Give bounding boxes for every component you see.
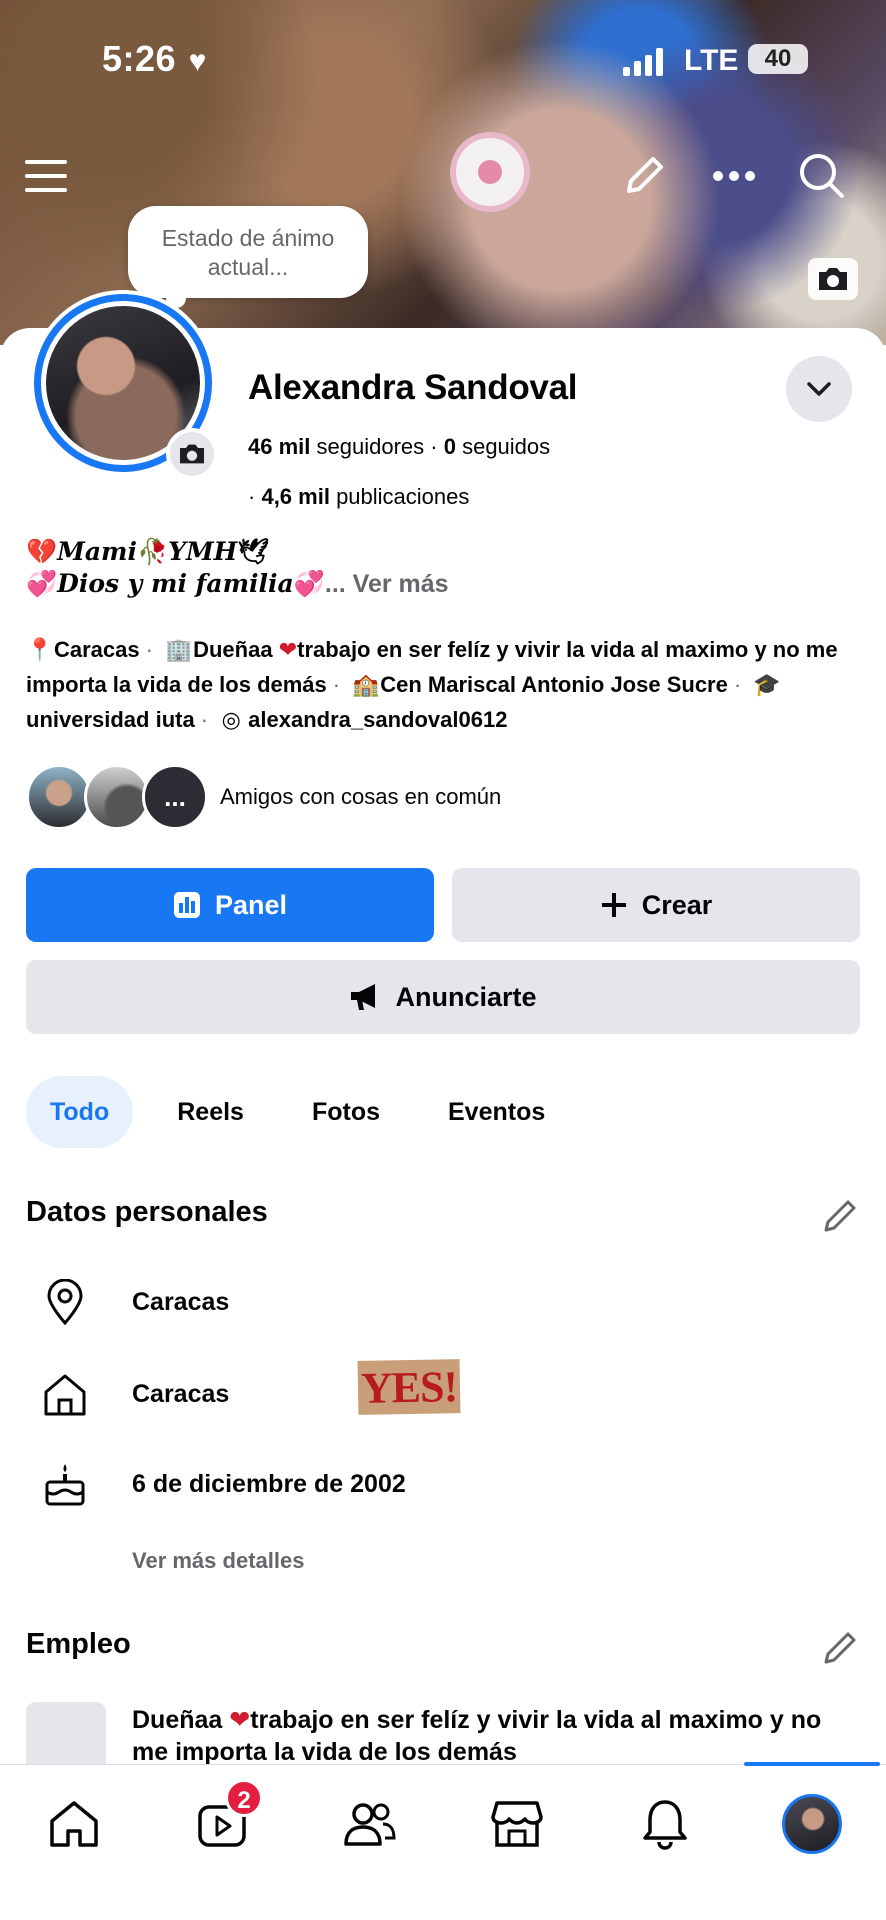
red-heart-icon: ❤: [278, 637, 298, 662]
graduation-cap-icon: 🎓: [753, 672, 781, 697]
edit-employment-icon[interactable]: [820, 1628, 864, 1672]
home-icon: [50, 1801, 98, 1847]
intro-details: 📍Caracas · 🏢Dueñaa ❤trabajo en ser felíz …: [26, 632, 866, 737]
cover-camera-button[interactable]: [808, 258, 858, 300]
nav-profile[interactable]: [775, 1787, 849, 1861]
mutual-friend-avatar: [26, 764, 92, 830]
pink-heart-icon: 💞: [26, 569, 58, 598]
edit-personal-details-icon[interactable]: [820, 1196, 864, 1240]
cover-pacifier-detail: [450, 132, 530, 212]
panel-button[interactable]: Panel: [26, 868, 434, 942]
reels-badge: 2: [225, 1779, 263, 1817]
dove-icon: 🕊: [237, 537, 269, 566]
profile-bio[interactable]: 💔Mami🥀YMH🕊 💞Dios y mi familia💞... Ver má…: [26, 536, 449, 600]
search-icon[interactable]: [796, 150, 848, 202]
nav-reels[interactable]: 2: [185, 1779, 263, 1861]
battery-icon: 40: [748, 44, 808, 74]
active-tab-indicator: [744, 1762, 880, 1766]
school-icon: 🏫: [352, 672, 380, 697]
employment-text: Dueñaa ❤trabajo en ser felíz y vivir la …: [132, 1706, 822, 1766]
camera-icon: [180, 444, 204, 464]
broken-heart-icon: 💔: [26, 537, 58, 566]
tab-reels[interactable]: Reels: [153, 1076, 268, 1148]
edit-pencil-icon[interactable]: [618, 150, 670, 202]
nav-marketplace[interactable]: [480, 1787, 554, 1861]
see-more-link[interactable]: ... Ver más: [325, 570, 449, 598]
create-button[interactable]: Crear: [452, 868, 860, 942]
advertise-button[interactable]: Anunciarte: [26, 960, 860, 1034]
tab-fotos[interactable]: Fotos: [288, 1076, 404, 1148]
detail-row-birthday: 6 de diciembre de 2002: [40, 1454, 406, 1514]
birthday-cake-icon: [40, 1459, 90, 1509]
mutual-friends[interactable]: ... Amigos con cosas en común: [26, 762, 501, 832]
tab-eventos[interactable]: Eventos: [424, 1076, 569, 1148]
heart-icon: ♥: [188, 45, 207, 78]
see-more-details-link[interactable]: Ver más detalles: [132, 1548, 304, 1574]
friends-icon: [344, 1803, 396, 1846]
instagram-icon: ◎: [221, 707, 241, 732]
profile-dropdown-button[interactable]: [786, 356, 852, 422]
posts-stats: · 4,6 mil publicaciones: [248, 484, 470, 509]
nav-friends[interactable]: [333, 1787, 407, 1861]
personal-details-title: Datos personales: [26, 1196, 268, 1228]
more-friends-avatar: ...: [142, 764, 208, 830]
more-options-icon[interactable]: [708, 150, 760, 202]
briefcase-building-icon: 🏢: [165, 637, 193, 662]
employment-title: Empleo: [26, 1628, 131, 1660]
detail-row-city: Caracas: [40, 1272, 229, 1332]
status-bar: 5:26 ♥ LTE 40: [0, 38, 886, 88]
plus-icon: [601, 893, 626, 917]
marketplace-icon: [491, 1801, 543, 1847]
rose-icon: 🥀: [136, 537, 169, 566]
instagram-handle[interactable]: alexandra_sandoval0612: [248, 707, 507, 732]
nav-home[interactable]: [37, 1787, 111, 1861]
mutual-friend-avatar: [84, 764, 150, 830]
tab-todo[interactable]: Todo: [26, 1076, 134, 1148]
camera-icon: [819, 268, 847, 290]
location-pin-icon: 📍: [26, 637, 54, 662]
home-icon: [40, 1369, 90, 1419]
detail-row-hometown: Caracas: [40, 1364, 229, 1424]
status-time: 5:26 ♥: [102, 38, 207, 79]
network-label: LTE: [684, 44, 739, 77]
profile-avatar-small: [782, 1794, 842, 1854]
signal-icon: [623, 48, 663, 76]
chevron-down-icon: [807, 382, 831, 396]
location-pin-icon: [40, 1277, 90, 1327]
profile-tabs: Todo Reels Fotos Eventos: [26, 1076, 589, 1148]
nav-notifications[interactable]: [628, 1787, 702, 1861]
avatar-camera-button[interactable]: [166, 428, 218, 480]
profile-name: Alexandra Sandoval: [248, 368, 578, 407]
mood-bubble[interactable]: Estado de ánimo actual...: [128, 206, 368, 308]
yes-sticker: YES!: [357, 1359, 461, 1415]
megaphone-icon: [351, 984, 376, 1010]
bottom-navigation: 2: [0, 1762, 886, 1920]
mutual-friends-label: Amigos con cosas en común: [220, 784, 502, 809]
bell-icon: [643, 1800, 687, 1850]
follow-stats[interactable]: 46 mil seguidores · 0 seguidos: [248, 434, 550, 460]
pink-heart-icon: 💞: [293, 569, 325, 598]
menu-icon[interactable]: [20, 150, 72, 202]
dashboard-icon: [173, 892, 200, 918]
red-heart-icon: ❤: [229, 1706, 251, 1734]
